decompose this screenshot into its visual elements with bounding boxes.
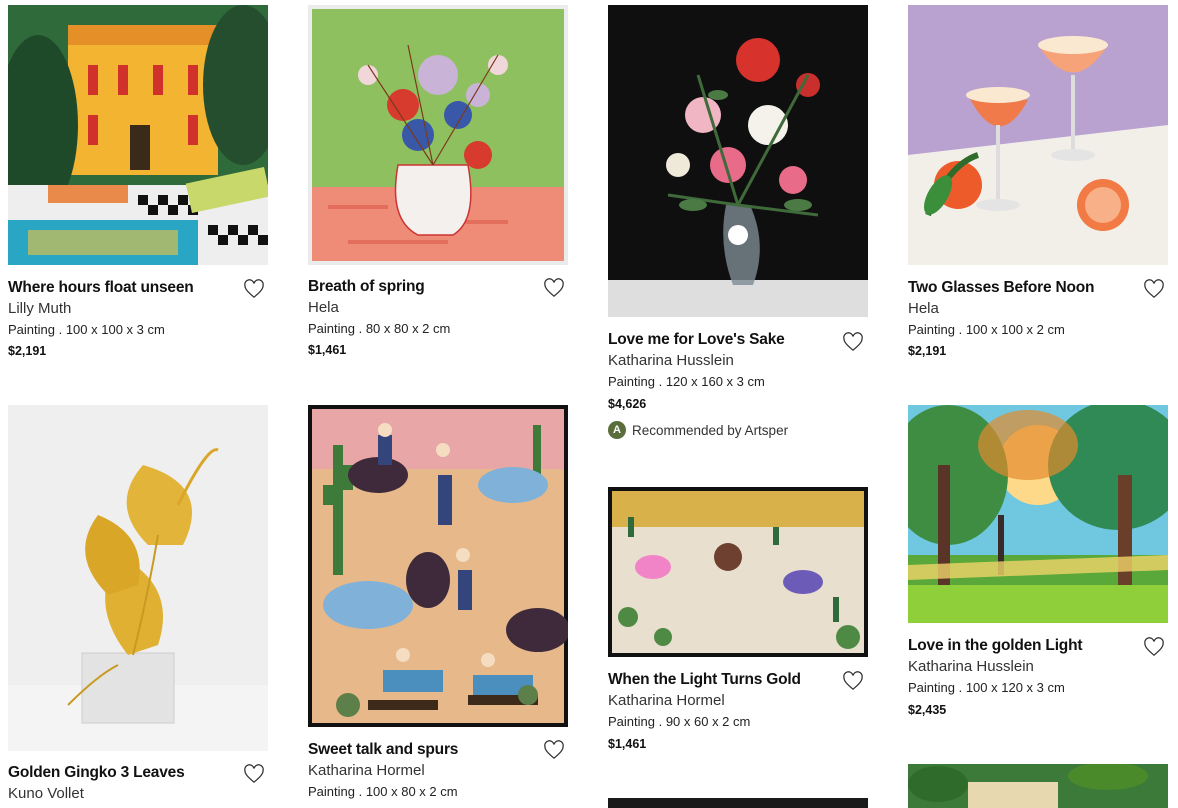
artwork-artist[interactable]: Katharina Husslein <box>908 658 1034 675</box>
artwork-image[interactable] <box>608 487 868 657</box>
artwork-image[interactable] <box>8 5 268 265</box>
heart-outline-icon[interactable] <box>243 764 265 784</box>
artwork-card-2[interactable]: Breath of spring Hela Painting . 80 x 80… <box>308 5 568 365</box>
artwork-price: $4,626 <box>608 397 647 411</box>
artwork-image[interactable] <box>8 405 268 751</box>
artwork-title[interactable]: Sweet talk and spurs <box>308 741 458 759</box>
artwork-image[interactable] <box>308 5 568 265</box>
artwork-image[interactable] <box>908 405 1168 623</box>
artwork-details: Painting . 90 x 60 x 2 cm <box>608 714 751 729</box>
artwork-artist[interactable]: Katharina Husslein <box>608 352 734 369</box>
artwork-title[interactable]: Golden Gingko 3 Leaves <box>8 764 185 782</box>
artwork-artist[interactable]: Katharina Hormel <box>308 762 425 779</box>
artwork-card-5[interactable]: Golden Gingko 3 Leaves Kuno Vollet <box>8 405 268 808</box>
artwork-image[interactable] <box>908 5 1168 265</box>
artwork-title[interactable]: When the Light Turns Gold <box>608 671 801 689</box>
artwork-details: Painting . 80 x 80 x 2 cm <box>308 321 451 336</box>
artwork-artist[interactable]: Lilly Muth <box>8 300 71 317</box>
heart-outline-icon[interactable] <box>1143 637 1165 657</box>
artwork-details: Painting . 100 x 80 x 2 cm <box>308 784 458 799</box>
artwork-card-4[interactable]: Two Glasses Before Noon Hela Painting . … <box>908 5 1168 365</box>
artsper-logo-icon: A <box>608 421 626 439</box>
artwork-title[interactable]: Breath of spring <box>308 278 425 296</box>
artwork-details: Painting . 120 x 160 x 3 cm <box>608 374 765 389</box>
artwork-image-next[interactable] <box>908 764 1168 808</box>
artwork-price: $2,435 <box>908 703 947 717</box>
artwork-title[interactable]: Where hours float unseen <box>8 279 194 297</box>
artwork-price: $1,461 <box>608 737 647 751</box>
artwork-details: Painting . 100 x 120 x 3 cm <box>908 680 1065 695</box>
artwork-artist[interactable]: Kuno Vollet <box>8 785 84 802</box>
artwork-card-1[interactable]: Where hours float unseen Lilly Muth Pain… <box>8 5 268 365</box>
artwork-price: $1,461 <box>308 343 347 357</box>
heart-outline-icon[interactable] <box>842 671 864 691</box>
artwork-artist[interactable]: Hela <box>908 300 939 317</box>
artwork-price: $2,191 <box>8 344 47 358</box>
artwork-card-8[interactable]: Love in the golden Light Katharina Hussl… <box>908 405 1168 808</box>
heart-outline-icon[interactable] <box>842 332 864 352</box>
recommended-label: Recommended by Artsper <box>632 422 789 438</box>
artwork-image[interactable] <box>308 405 568 727</box>
artwork-title[interactable]: Love in the golden Light <box>908 637 1083 655</box>
artwork-title[interactable]: Love me for Love's Sake <box>608 331 785 349</box>
heart-outline-icon[interactable] <box>543 278 565 298</box>
heart-outline-icon[interactable] <box>243 279 265 299</box>
artwork-image-next[interactable] <box>608 798 868 808</box>
artwork-artist[interactable]: Hela <box>308 299 339 316</box>
artwork-title[interactable]: Two Glasses Before Noon <box>908 279 1095 297</box>
artwork-price: $2,191 <box>908 344 947 358</box>
artwork-card-3[interactable]: Love me for Love's Sake Katharina Hussle… <box>608 5 868 445</box>
artwork-details: Painting . 100 x 100 x 2 cm <box>908 322 1065 337</box>
recommended-badge: A Recommended by Artsper <box>608 421 788 439</box>
artwork-image[interactable] <box>608 5 868 317</box>
artwork-card-7[interactable]: When the Light Turns Gold Katharina Horm… <box>608 487 868 808</box>
heart-outline-icon[interactable] <box>543 740 565 760</box>
heart-outline-icon[interactable] <box>1143 279 1165 299</box>
artwork-artist[interactable]: Katharina Hormel <box>608 692 725 709</box>
artwork-details: Painting . 100 x 100 x 3 cm <box>8 322 165 337</box>
artwork-card-6[interactable]: Sweet talk and spurs Katharina Hormel Pa… <box>308 405 568 808</box>
